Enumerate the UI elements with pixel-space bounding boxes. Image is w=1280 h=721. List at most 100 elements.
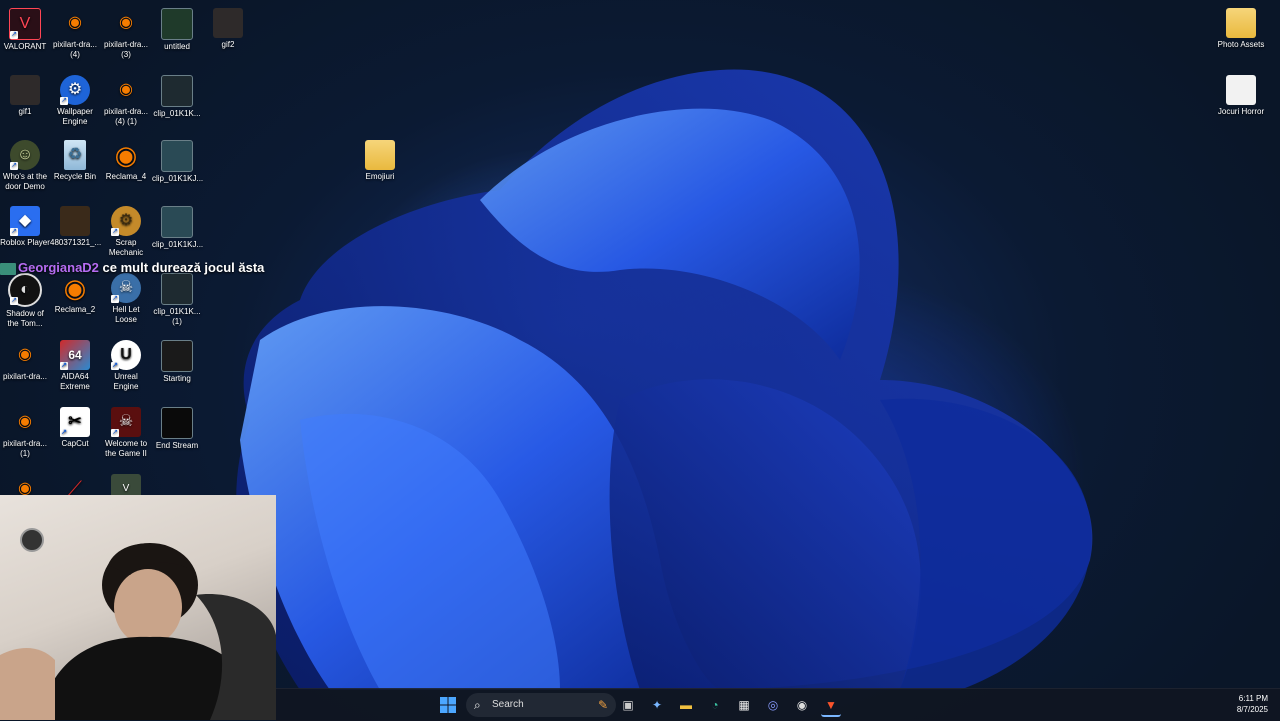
folder-icon (1226, 8, 1256, 38)
welcome-to-the-game-shortcut[interactable]: ☠ ↗ Welcome to the Game II (101, 407, 151, 459)
search-placeholder: Search (492, 699, 524, 710)
search-icon: ⌕ (474, 698, 481, 712)
copilot-icon: ✦ (651, 698, 663, 712)
icon-label: 480371321_... (50, 238, 102, 247)
brave-icon: ▼ (825, 698, 837, 712)
shadow-of-the-tomb-raider-shortcut[interactable]: ◐ ↗ Shadow of the Tom... (0, 273, 50, 329)
obs-button[interactable]: ◉ (792, 695, 812, 715)
image-480371321[interactable]: 480371321_... (50, 206, 102, 248)
discord-icon: ◎ (767, 698, 779, 712)
icon-label: pixilart-dra... (4) (52, 40, 97, 59)
chat-username: GeorgianaD2 (18, 260, 99, 275)
photo-assets-folder[interactable]: Photo Assets (1216, 8, 1266, 50)
folder-icon (365, 140, 395, 170)
search-highlight-icon: ✎ (597, 698, 608, 712)
icon-label: VALORANT (3, 42, 47, 51)
reclama-4-file[interactable]: ◉ Reclama_4 (101, 140, 151, 182)
starting-file[interactable]: Starting (152, 340, 202, 384)
pixilart-file-1[interactable]: ◉ pixilart-dra... (1) (0, 407, 50, 459)
aida64-extreme-shortcut[interactable]: 64 ↗ AIDA64 Extreme (50, 340, 100, 392)
clip-file-d[interactable]: clip_01K1K... (1) (152, 273, 202, 327)
unreal-engine-shortcut[interactable]: U ↗ Unreal Engine (101, 340, 151, 392)
gif1-file[interactable]: gif1 (0, 75, 50, 117)
edge-button[interactable]: ◔ (705, 695, 725, 715)
pixilart-file[interactable]: ◉ pixilart-dra... (0, 340, 50, 382)
hell-let-loose-shortcut[interactable]: ☠ ↗ Hell Let Loose (101, 273, 151, 325)
icon-label: AIDA64 Extreme (60, 372, 90, 391)
system-clock[interactable]: 6:11 PM 8/7/2025 (1237, 693, 1268, 715)
capcut-icon: ✂ ↗ (60, 407, 90, 437)
icon-label: Roblox Player (0, 238, 50, 247)
blender-icon: ◉ (119, 14, 133, 31)
valorant-shortcut[interactable]: V ↗ VALORANT (0, 8, 50, 52)
clip-file-a[interactable]: clip_01K1K... (152, 75, 202, 119)
hell-let-loose-icon: ☠ ↗ (111, 273, 141, 303)
icon-label: Reclama_4 (105, 172, 147, 181)
icon-label: Shadow of the Tom... (6, 309, 44, 328)
blender-icon: ◉ (18, 346, 32, 363)
icon-label: pixilart-dra... (1) (2, 439, 47, 458)
aida64-icon: 64 ↗ (60, 340, 90, 370)
icon-label: CapCut (61, 439, 89, 448)
file-explorer-button[interactable]: ▬ (676, 695, 696, 715)
whos-at-the-door-shortcut[interactable]: ☺ ↗ Who's at the door Demo (0, 140, 50, 192)
chat-badge-icon (0, 262, 16, 275)
wallpaper-engine-shortcut[interactable]: ⚙ ↗ Wallpaper Engine (50, 75, 100, 127)
pixilart-file-4-1[interactable]: ◉ pixilart-dra... (4) (1) (101, 75, 151, 127)
image-thumbnail-icon (60, 206, 90, 236)
blender-icon: ◉ (63, 273, 87, 303)
webcam-overlay (0, 495, 276, 720)
task-view-icon: ▣ (622, 698, 634, 712)
untitled-file[interactable]: untitled (152, 8, 202, 52)
roblox-icon: ◆ ↗ (10, 206, 40, 236)
wallpaper-engine-icon: ⚙ ↗ (60, 75, 90, 105)
icon-label: Wallpaper Engine (57, 107, 93, 126)
start-button[interactable] (438, 695, 458, 715)
gif2-file[interactable]: gif2 (203, 8, 253, 50)
taskbar: ⌕ Search ✎ ▣ ✦ ▬ ◔ ▦ ◎ ◉ ▼ 6:11 PM 8/7/2… (276, 688, 1280, 721)
recycle-bin[interactable]: ♻ Recycle Bin (50, 140, 100, 182)
discord-button[interactable]: ◎ (763, 695, 783, 715)
icon-label: gif2 (221, 40, 235, 49)
video-thumbnail-icon (161, 8, 193, 40)
scrap-mechanic-shortcut[interactable]: ⚙ ↗ Scrap Mechanic (101, 206, 151, 258)
clock-date: 8/7/2025 (1236, 705, 1268, 714)
clip-file-b[interactable]: clip_01K1KJ... (152, 140, 203, 184)
video-thumbnail-icon (161, 206, 193, 238)
clip-file-c[interactable]: clip_01K1KJ... (152, 206, 203, 250)
scrap-mechanic-icon: ⚙ ↗ (111, 206, 141, 236)
copilot-button[interactable]: ✦ (647, 695, 667, 715)
brave-button[interactable]: ▼ (821, 695, 841, 717)
jocuri-horror-file[interactable]: Jocuri Horror (1216, 75, 1266, 117)
emojiuri-folder[interactable]: Emojiuri (355, 140, 405, 182)
icon-label: pixilart-dra... (2, 372, 47, 381)
task-view-button[interactable]: ▣ (618, 695, 638, 715)
gif-thumbnail-icon (10, 75, 40, 105)
streamer-silhouette (0, 543, 276, 720)
blender-icon: ◉ (114, 140, 138, 170)
icon-label: Jocuri Horror (1217, 107, 1265, 116)
icon-label: clip_01K1K... (1) (153, 307, 201, 326)
gif-thumbnail-icon (213, 8, 243, 38)
document-icon (1226, 75, 1256, 105)
capcut-shortcut[interactable]: ✂ ↗ CapCut (50, 407, 100, 449)
roblox-player-shortcut[interactable]: ◆ ↗ Roblox Player (0, 206, 50, 248)
unreal-engine-icon: U ↗ (111, 340, 141, 370)
store-button[interactable]: ▦ (734, 695, 754, 715)
icon-label: Unreal Engine (113, 372, 139, 391)
taskbar-search[interactable]: ⌕ Search ✎ (466, 693, 616, 717)
icon-label: pixilart-dra... (4) (1) (103, 107, 148, 126)
folder-icon: ▬ (680, 698, 692, 712)
end-stream-file[interactable]: End Stream (152, 407, 202, 451)
video-thumbnail-icon (161, 407, 193, 439)
video-thumbnail-icon (161, 273, 193, 305)
chat-text: ce mult durează jocul ăsta (102, 260, 265, 275)
reclama-2-file[interactable]: ◉ Reclama_2 (50, 273, 100, 315)
icon-label: Who's at the door Demo (2, 172, 48, 191)
clock-time: 6:11 PM (1238, 694, 1268, 703)
pixilart-file-3[interactable]: ◉ pixilart-dra... (3) (101, 8, 151, 60)
icon-label: Scrap Mechanic (108, 238, 144, 257)
blender-icon: ◉ (119, 81, 133, 98)
valorant-icon: V ↗ (9, 8, 41, 40)
pixilart-file-4[interactable]: ◉ pixilart-dra... (4) (50, 8, 100, 60)
